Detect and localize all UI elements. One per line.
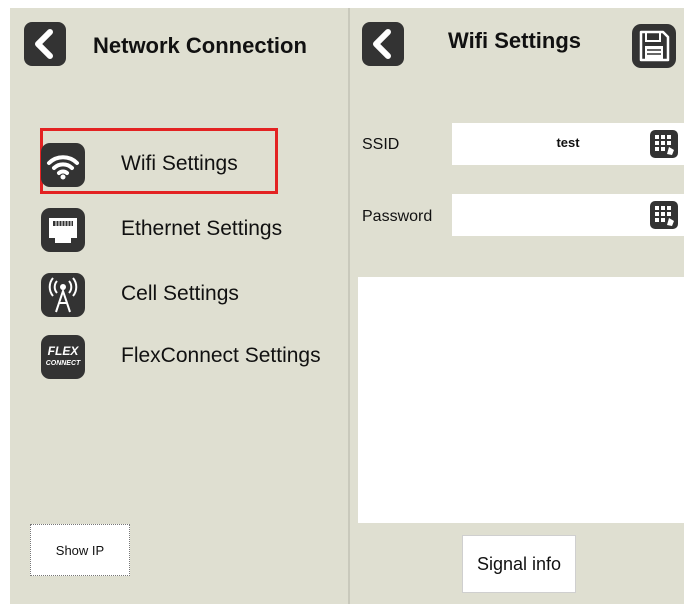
keyboard-icon[interactable] bbox=[650, 130, 678, 158]
wifi-settings-title: Wifi Settings bbox=[448, 28, 582, 53]
show-ip-button[interactable]: Show IP bbox=[30, 524, 130, 576]
ssid-field[interactable]: test bbox=[452, 123, 684, 165]
menu-item-label: Cell Settings bbox=[121, 282, 239, 305]
menu-item-ethernet-settings[interactable]: Ethernet Settings bbox=[38, 205, 338, 257]
password-field[interactable] bbox=[452, 194, 684, 236]
cell-tower-icon bbox=[41, 273, 85, 317]
save-button[interactable] bbox=[632, 24, 676, 68]
chevron-left-icon bbox=[35, 29, 53, 59]
menu-item-wifi-settings[interactable]: Wifi Settings bbox=[38, 140, 338, 192]
flex-logo-text: FLEX bbox=[47, 344, 79, 358]
menu-item-label: FlexConnect Settings bbox=[121, 344, 321, 367]
keyboard-icon[interactable] bbox=[650, 201, 678, 229]
menu-item-label: Ethernet Settings bbox=[121, 217, 283, 240]
wifi-icon bbox=[41, 143, 85, 187]
floppy-disk-icon bbox=[639, 30, 670, 62]
password-label: Password bbox=[362, 208, 433, 225]
back-button[interactable] bbox=[24, 22, 66, 66]
flexconnect-icon: FLEX CONNECT bbox=[41, 335, 85, 379]
menu-item-label: Wifi Settings bbox=[121, 152, 238, 175]
menu-item-cell-settings[interactable]: Cell Settings bbox=[38, 270, 338, 322]
connect-logo-text: CONNECT bbox=[45, 360, 81, 367]
network-list-area[interactable] bbox=[358, 277, 684, 523]
page-title: Network Connection bbox=[93, 33, 307, 58]
ethernet-icon bbox=[41, 208, 85, 252]
back-button-wifi[interactable] bbox=[362, 22, 404, 66]
ssid-label: SSID bbox=[362, 136, 400, 153]
signal-info-button[interactable]: Signal info bbox=[462, 535, 576, 593]
menu-item-flexconnect-settings[interactable]: FLEX CONNECT FlexConnect Settings bbox=[38, 332, 338, 384]
chevron-left-icon bbox=[373, 29, 391, 59]
